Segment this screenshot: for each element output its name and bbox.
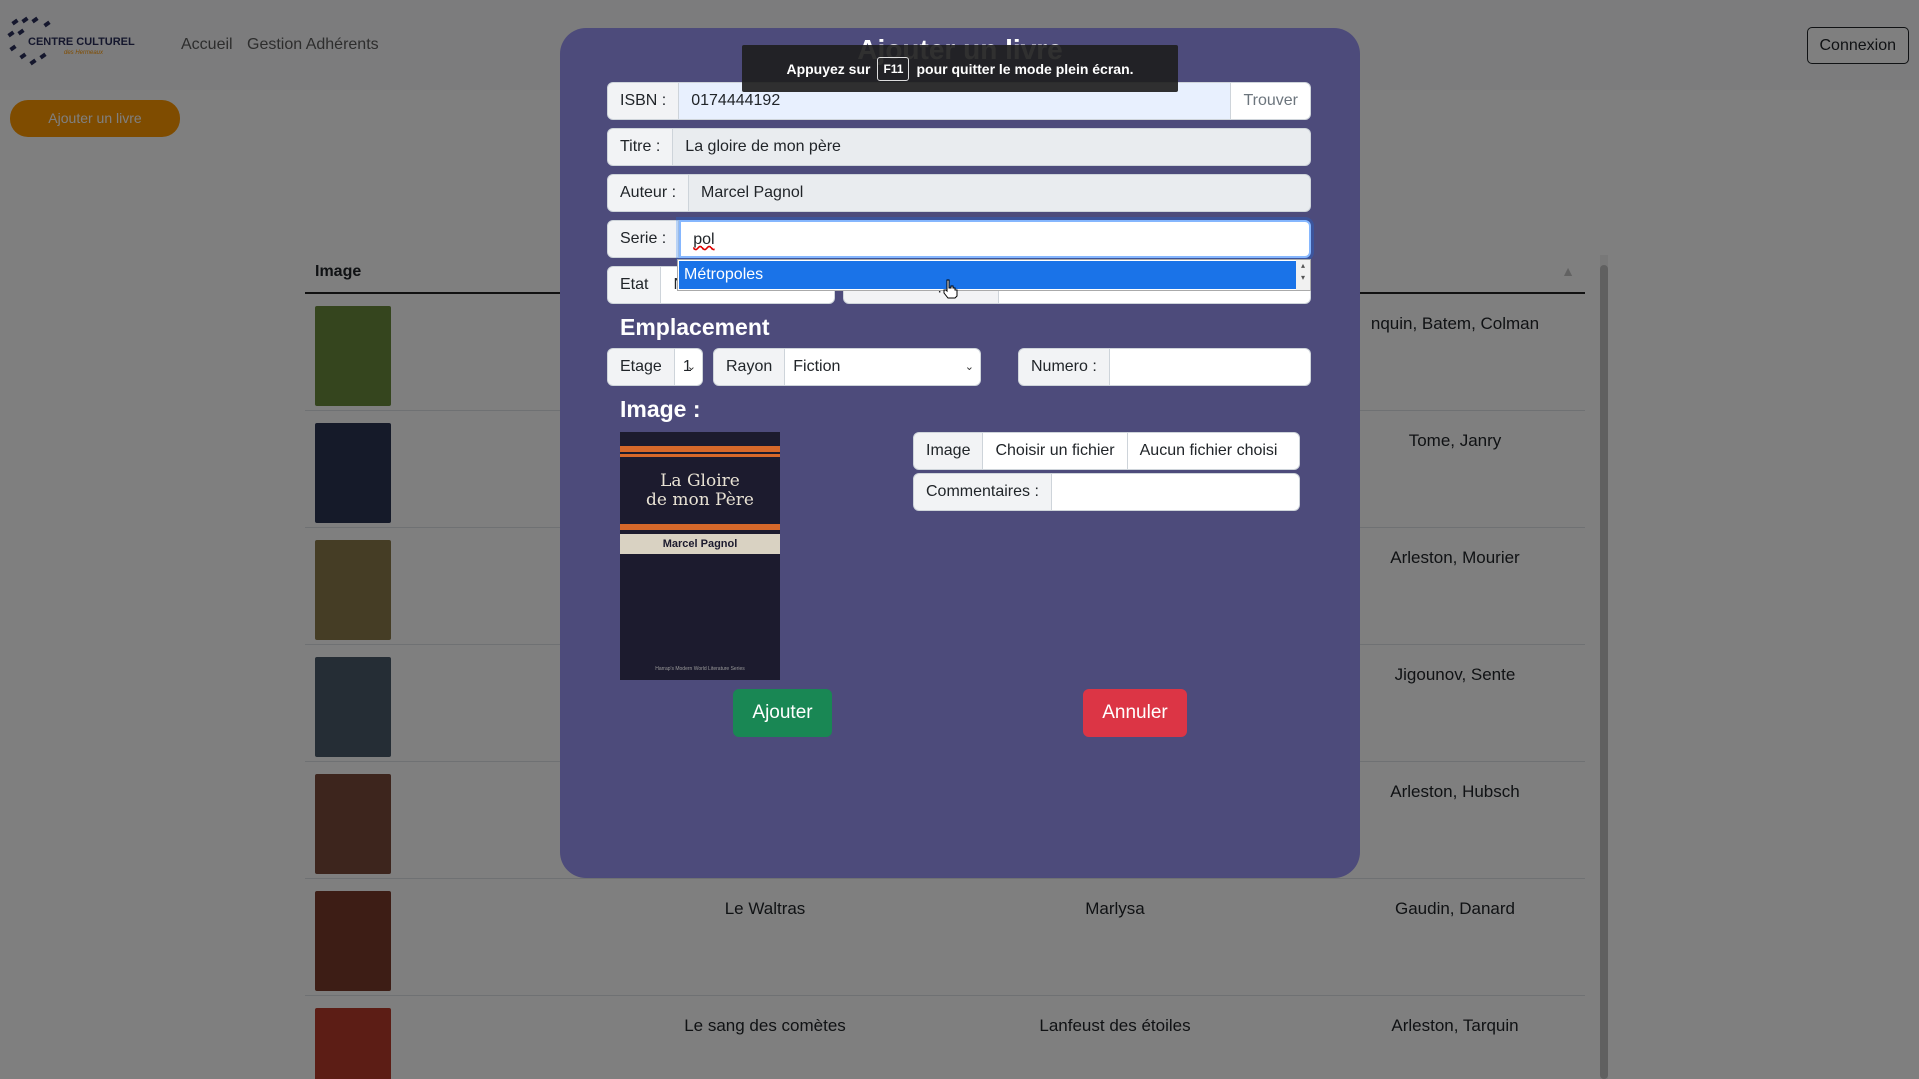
cover-band <box>620 446 780 452</box>
titre-input[interactable]: La gloire de mon père <box>673 128 1311 166</box>
chevron-down-icon: ⌄ <box>964 361 974 373</box>
emplacement-title: Emplacement <box>620 314 770 340</box>
auteur-input[interactable]: Marcel Pagnol <box>689 174 1311 212</box>
cancel-button[interactable]: Annuler <box>1083 689 1187 737</box>
auteur-group: Auteur : Marcel Pagnol <box>607 174 1311 212</box>
find-isbn-button[interactable]: Trouver <box>1231 82 1311 120</box>
auteur-label: Auteur : <box>607 174 690 212</box>
image-title: Image : <box>620 396 701 422</box>
cover-footer: Harrap's Modern World Literature Series <box>655 666 745 672</box>
cover-band <box>620 524 780 530</box>
etage-label: Etage <box>607 348 675 386</box>
file-group: Image Choisir un fichier Aucun fichier c… <box>913 432 1300 470</box>
toast-text-before: Appuyez sur <box>786 60 871 77</box>
file-status: Aucun fichier choisi <box>1127 432 1300 470</box>
chevron-down-icon: ⌄ <box>686 361 696 373</box>
serie-input-value: pol <box>693 231 715 248</box>
commentaires-group: Commentaires : <box>913 473 1300 511</box>
titre-group: Titre : La gloire de mon père <box>607 128 1311 166</box>
book-cover-image: La Gloire de mon Père Marcel Pagnol Harr… <box>620 432 780 680</box>
submit-button[interactable]: Ajouter <box>733 689 832 737</box>
hand-cursor-icon <box>943 279 958 299</box>
rayon-select[interactable]: Fiction ⌄ <box>785 348 981 386</box>
serie-label: Serie : <box>607 220 680 258</box>
rayon-value: Fiction <box>793 358 841 375</box>
cover-title: La Gloire de mon Père <box>620 472 780 510</box>
isbn-label: ISBN : <box>607 82 680 120</box>
serie-group: Serie : pol <box>607 220 1311 258</box>
numero-input[interactable] <box>1109 348 1311 386</box>
serie-input[interactable]: pol <box>679 220 1311 258</box>
cover-author: Marcel Pagnol <box>620 534 780 554</box>
etat-label: Etat <box>607 266 662 304</box>
rayon-group: Rayon Fiction ⌄ <box>713 348 981 386</box>
autocomplete-scrollbar[interactable]: ▴ ▾ <box>1296 260 1310 290</box>
cover-title-line1: La Gloire <box>660 471 740 491</box>
cover-title-line2: de mon Père <box>646 490 754 510</box>
serie-autocomplete-list: Métropoles ▴ ▾ <box>677 259 1311 291</box>
titre-label: Titre : <box>607 128 674 166</box>
numero-label: Numero : <box>1018 348 1110 386</box>
cover-band <box>620 454 780 457</box>
etage-select[interactable]: 1 ⌄ <box>674 348 703 386</box>
rayon-label: Rayon <box>713 348 786 386</box>
page: CENTRE CULTUREL des Hermeaux Accueil Ges… <box>0 0 1919 1079</box>
choose-file-button[interactable]: Choisir un fichier <box>983 432 1128 470</box>
commentaires-input[interactable] <box>1051 473 1300 511</box>
toast-text-after: pour quitter le mode plein écran. <box>916 60 1134 77</box>
commentaires-label: Commentaires : <box>913 473 1052 511</box>
numero-group: Numero : <box>1018 348 1311 386</box>
file-label: Image <box>913 432 984 470</box>
fullscreen-toast: Appuyez sur F11 pour quitter le mode ple… <box>742 45 1178 92</box>
autocomplete-option[interactable]: Métropoles <box>679 261 1296 289</box>
etage-group: Etage 1 ⌄ <box>607 348 703 386</box>
toast-key: F11 <box>877 56 910 81</box>
